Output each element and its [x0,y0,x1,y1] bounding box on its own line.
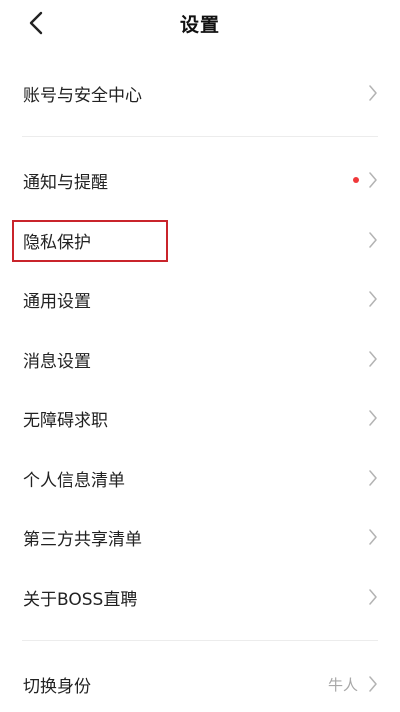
settings-item-third-party-sharing[interactable]: 第三方共享清单 [0,509,400,565]
settings-item-personal-info-list[interactable]: 个人信息清单 [0,450,400,506]
settings-item-label: 第三方共享清单 [23,529,142,550]
chevron-right-icon [369,351,377,367]
settings-item-label: 关于BOSS直聘 [23,589,138,610]
chevron-right-icon [369,410,377,426]
page-title: 设置 [179,14,220,36]
settings-item-label: 切换身份 [23,676,91,697]
highlight-box [12,220,168,262]
settings-item-notifications[interactable]: 通知与提醒 [0,152,400,208]
settings-item-label: 通用设置 [23,291,91,312]
chevron-right-icon [369,589,377,605]
settings-item-accessibility[interactable]: 无障碍求职 [0,390,400,446]
settings-item-label: 个人信息清单 [23,470,125,491]
settings-item-switch-identity[interactable]: 切换身份 牛人 [0,656,400,712]
header: 设置 [0,0,400,46]
settings-item-about[interactable]: 关于BOSS直聘 [0,569,400,625]
settings-item-label: 账号与安全中心 [23,85,142,106]
chevron-right-icon [369,291,377,307]
chevron-right-icon [369,470,377,486]
section-divider [22,640,378,641]
settings-item-messages[interactable]: 消息设置 [0,331,400,387]
notification-dot [353,177,359,183]
settings-item-label: 消息设置 [23,351,91,372]
section-divider [22,136,378,137]
chevron-right-icon [369,529,377,545]
chevron-right-icon [369,172,377,188]
settings-item-general[interactable]: 通用设置 [0,271,400,327]
settings-item-label: 通知与提醒 [23,172,108,193]
chevron-right-icon [369,232,377,248]
current-identity-value: 牛人 [327,675,358,694]
chevron-right-icon [369,85,377,101]
settings-item-label: 无障碍求职 [23,410,108,431]
chevron-right-icon [369,676,377,692]
settings-item-account-security[interactable]: 账号与安全中心 [0,65,400,121]
